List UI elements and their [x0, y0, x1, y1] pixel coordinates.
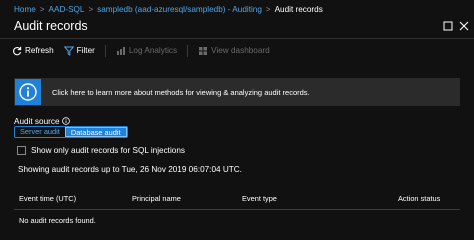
audit-source-text: Audit source — [14, 116, 60, 126]
breadcrumb-home[interactable]: Home — [14, 4, 36, 16]
info-banner[interactable]: Click here to learn more about methods f… — [14, 78, 460, 106]
dashboard-icon — [199, 47, 208, 55]
breadcrumb: Home > AAD-SQL > sampledb (aad-azuresql/… — [14, 4, 323, 16]
refresh-label: Refresh — [25, 46, 54, 55]
log-analytics-label: Log Analytics — [128, 46, 178, 55]
info-icon[interactable] — [61, 117, 70, 125]
breadcrumb-separator: > — [39, 5, 45, 14]
column-action-status[interactable]: Action status — [398, 194, 440, 203]
page-title: Audit records — [14, 19, 88, 33]
maximize-button[interactable] — [442, 19, 454, 31]
table-header: Event time (UTC) Principal name Event ty… — [14, 188, 460, 210]
breadcrumb-auditing[interactable]: sampledb (aad-azuresql/sampledb) - Audit… — [97, 4, 262, 16]
banner-icon-box — [15, 79, 41, 105]
view-dashboard-label: View dashboard — [211, 46, 270, 55]
command-bar: Refresh Filter Log Analytics View dashbo… — [12, 42, 280, 60]
close-icon — [459, 21, 469, 31]
info-icon — [19, 83, 37, 101]
breadcrumb-aad-sql[interactable]: AAD-SQL — [49, 4, 85, 16]
toolbar-separator — [104, 45, 106, 57]
filter-button[interactable]: Filter — [63, 42, 95, 60]
filter-label: Filter — [76, 46, 95, 55]
sql-injection-filter: Show only audit records for SQL injectio… — [17, 145, 185, 156]
column-event-time[interactable]: Event time (UTC) — [19, 194, 76, 203]
close-button[interactable] — [458, 19, 470, 31]
sql-injection-label[interactable]: Show only audit records for SQL injectio… — [31, 146, 185, 155]
empty-state-message: No audit records found. — [19, 216, 96, 225]
filter-icon — [63, 46, 74, 56]
breadcrumb-separator: > — [265, 5, 271, 14]
refresh-button[interactable]: Refresh — [12, 42, 54, 60]
refresh-icon — [13, 46, 22, 56]
column-event-type[interactable]: Event type — [242, 194, 277, 203]
view-dashboard-button[interactable]: View dashboard — [198, 42, 270, 60]
toolbar-separator — [187, 45, 189, 57]
breadcrumb-separator: > — [88, 5, 94, 14]
column-principal-name[interactable]: Principal name — [132, 194, 181, 203]
maximize-icon — [443, 21, 453, 31]
showing-records-text: Showing audit records up to Tue, 26 Nov … — [18, 165, 242, 174]
toolbar-divider — [0, 38, 474, 39]
audit-records-blade: Home > AAD-SQL > sampledb (aad-azuresql/… — [0, 0, 474, 240]
sql-injection-checkbox[interactable] — [17, 146, 26, 155]
audit-source-toggle: Server audit Database audit — [14, 126, 128, 138]
database-audit-option[interactable]: Database audit — [64, 127, 127, 137]
banner-text: Click here to learn more about methods f… — [52, 87, 310, 97]
log-analytics-icon — [116, 47, 125, 55]
breadcrumb-current: Audit records — [274, 5, 323, 14]
server-audit-option[interactable]: Server audit — [15, 127, 65, 137]
log-analytics-button[interactable]: Log Analytics — [116, 42, 177, 60]
audit-records-table: Event time (UTC) Principal name Event ty… — [14, 188, 460, 225]
